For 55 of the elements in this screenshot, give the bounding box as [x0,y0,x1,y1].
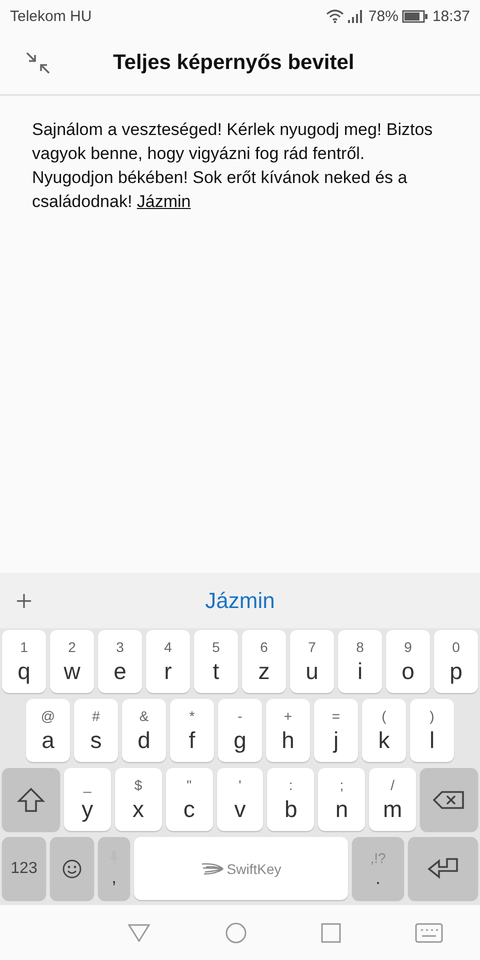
letter-key[interactable]: " c [166,768,213,831]
letter-key[interactable]: # s [74,699,118,762]
emoji-key[interactable] [50,837,94,900]
letter-key[interactable]: 9 o [386,630,430,693]
clock-time: 18:37 [432,8,470,24]
letter-key[interactable]: 7 u [290,630,334,693]
letter-key[interactable]: 0 p [434,630,478,693]
letter-key[interactable]: 6 z [242,630,286,693]
letter-key[interactable]: $ x [114,768,162,831]
letter-key[interactable]: 5 t [194,630,238,693]
letter-key[interactable]: ' v [216,768,264,831]
enter-icon [427,856,459,880]
back-icon[interactable] [127,922,151,942]
letter-key[interactable]: * f [170,699,214,762]
backspace-key[interactable] [420,768,478,831]
symbols-key[interactable]: 123 [2,837,46,900]
name-link[interactable]: Jázmin [136,192,191,211]
letter-key[interactable]: 2 w [50,630,94,693]
comma-key[interactable]: , [98,837,130,900]
word-suggestion[interactable]: Jázmin [205,588,275,614]
recent-apps-icon[interactable] [321,922,341,942]
screen-title: Teljes képernyős bevitel [113,51,354,75]
letter-key[interactable]: 4 r [146,630,190,693]
letter-key[interactable]: + h [266,699,310,762]
enter-key[interactable] [408,837,478,900]
backspace-icon [433,790,466,810]
letter-key[interactable]: ( k [362,699,406,762]
signal-icon [348,10,364,22]
message-text: Sajnálom a veszteséged! Kérlek nyugodj meg! Biztos vagyok benne, hogy vigyázni fog rád fentről. Nyugodjon békében! Sok erőt kívánok neked és a családodnak! Jázmin [32,119,434,213]
space-key[interactable]: SwiftKey [134,837,348,900]
letter-key[interactable]: = j [314,699,358,762]
collapse-icon[interactable] [25,51,51,75]
period-key[interactable]: ,!? . [352,837,404,900]
battery-level: 78% [368,8,398,24]
letter-key[interactable]: & d [122,699,166,762]
letter-key[interactable]: / m [369,768,416,831]
letter-key[interactable]: : b [267,768,314,831]
battery-icon [402,10,428,22]
letter-key[interactable]: _ y [64,768,111,831]
shift-icon [17,786,45,812]
plus-icon[interactable] [16,592,32,608]
letter-key[interactable]: 8 i [338,630,382,693]
letter-key[interactable]: ) l [410,699,454,762]
wifi-icon [326,9,344,23]
letter-key[interactable]: ; n [318,768,366,831]
carrier-name: Telekom HU [10,8,92,24]
keyboard-icon[interactable] [415,922,443,942]
shift-key[interactable] [2,768,60,831]
letter-key[interactable]: 3 e [98,630,142,693]
swoosh-icon [200,862,225,876]
letter-key[interactable]: @ a [26,699,70,762]
home-icon[interactable] [225,922,247,944]
letter-key[interactable]: - g [218,699,262,762]
smiley-icon [62,858,82,878]
letter-key[interactable]: 1 q [2,630,46,693]
